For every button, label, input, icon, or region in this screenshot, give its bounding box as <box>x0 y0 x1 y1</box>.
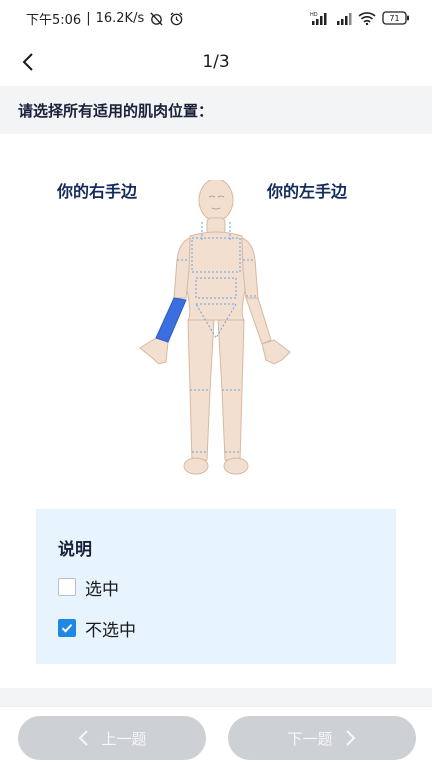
body-head[interactable] <box>198 180 234 222</box>
signal-hd-label: HD <box>310 12 318 18</box>
next-question-label: 下一题 <box>287 729 333 748</box>
body-right-foot[interactable] <box>183 457 209 475</box>
body-map: 你的右手边 你的左手边 <box>0 134 432 494</box>
legend-item-selected: 选中 <box>58 576 374 600</box>
legend-label: 选中 <box>85 579 119 600</box>
back-button[interactable] <box>12 46 44 78</box>
page-counter: 1/3 <box>202 52 230 72</box>
body-left-foot[interactable] <box>223 457 249 475</box>
chevron-left-icon <box>79 730 89 746</box>
checkbox-unchecked-icon <box>58 578 76 596</box>
body-torso[interactable] <box>186 231 246 321</box>
legend-panel: 说明 选中 不选中 <box>36 509 396 664</box>
body-left-hand[interactable] <box>261 339 291 365</box>
wifi-icon <box>358 11 376 25</box>
status-time: 下午5:06 <box>26 12 82 28</box>
nav-bar: 1/3 <box>0 40 432 84</box>
status-divider: | <box>86 10 91 26</box>
prev-question-label: 上一题 <box>101 729 147 748</box>
right-side-label: 你的右手边 <box>57 182 138 201</box>
legend-item-unselected: 不选中 <box>58 617 374 641</box>
battery-icon: 71 <box>382 11 410 25</box>
instruction-text: 请选择所有适用的肌肉位置： <box>18 101 214 120</box>
body-right-leg[interactable] <box>187 319 215 463</box>
status-bar: 下午5:06 | 16.2K/s HD 71 <box>0 0 432 36</box>
status-left: 下午5:06 | 16.2K/s <box>26 9 184 28</box>
body-right-hand[interactable] <box>139 337 169 365</box>
footer: 上一题 下一题 <box>0 706 432 768</box>
signal-icon-secondary <box>336 11 352 25</box>
signal-icon: HD <box>310 11 330 25</box>
chevron-right-icon <box>345 730 355 746</box>
battery-level: 71 <box>389 14 399 23</box>
instruction-band: 请选择所有适用的肌肉位置： <box>0 86 432 134</box>
next-question-button[interactable]: 下一题 <box>228 716 416 760</box>
alarm-off-icon <box>149 11 164 26</box>
body-right-forearm[interactable] <box>155 297 187 343</box>
alarm-clock-icon <box>169 11 184 26</box>
legend-title: 说明 <box>58 540 92 560</box>
checkbox-checked-icon <box>58 619 76 637</box>
bottom-divider <box>0 688 432 706</box>
status-right: HD 71 <box>310 11 410 25</box>
body-figure <box>139 180 291 475</box>
legend-label: 不选中 <box>85 620 136 641</box>
chevron-left-icon <box>22 53 33 71</box>
body-left-leg[interactable] <box>217 319 245 463</box>
prev-question-button[interactable]: 上一题 <box>18 716 206 760</box>
body-left-forearm[interactable] <box>245 297 272 345</box>
network-speed: 16.2K/s <box>95 10 145 26</box>
